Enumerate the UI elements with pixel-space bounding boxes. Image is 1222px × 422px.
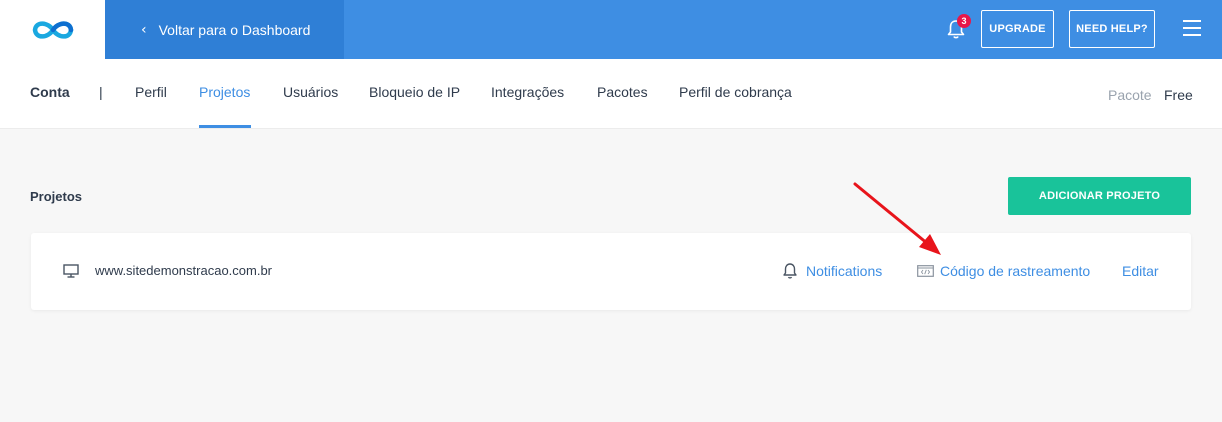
tab-usuarios[interactable]: Usuários <box>283 84 338 100</box>
tab-integracoes[interactable]: Integrações <box>491 84 564 100</box>
plan-label: Pacote <box>1108 87 1152 103</box>
add-project-button[interactable]: ADICIONAR PROJETO <box>1008 177 1191 215</box>
account-title: Conta <box>30 84 70 100</box>
tab-separator: | <box>99 84 103 100</box>
need-help-button[interactable]: NEED HELP? <box>1069 10 1155 48</box>
logo[interactable] <box>0 0 105 59</box>
back-to-dashboard-link[interactable]: ‹ Voltar para o Dashboard <box>105 0 344 59</box>
tab-perfil-de-cobranca[interactable]: Perfil de cobrança <box>679 84 792 100</box>
bell-icon <box>783 263 797 279</box>
top-bar: ‹ Voltar para o Dashboard 3 UPGRADE NEED… <box>0 0 1222 59</box>
account-tabs-bar: Conta | Perfil Projetos Usuários Bloquei… <box>0 59 1222 129</box>
annotation-arrow-icon <box>853 182 941 255</box>
menu-icon[interactable] <box>1183 20 1201 38</box>
active-tab-indicator <box>199 125 251 128</box>
project-site-name: www.sitedemonstracao.com.br <box>95 263 273 278</box>
back-link-label: Voltar para o Dashboard <box>158 21 311 38</box>
monitor-icon <box>63 264 79 278</box>
edit-project-link[interactable]: Editar <box>1122 263 1159 279</box>
upgrade-button[interactable]: UPGRADE <box>981 10 1054 48</box>
notifications-bell[interactable]: 3 <box>946 14 971 40</box>
tracking-code-link[interactable]: Código de rastreamento <box>940 263 1090 279</box>
infinity-logo-icon <box>32 20 73 39</box>
plan-value: Free <box>1164 87 1193 103</box>
tab-bloqueio-de-ip[interactable]: Bloqueio de IP <box>369 84 460 100</box>
chevron-left-icon: ‹ <box>141 21 147 38</box>
project-card: www.sitedemonstracao.com.br Notification… <box>31 233 1191 310</box>
tab-projetos[interactable]: Projetos <box>199 84 250 100</box>
notifications-link[interactable]: Notifications <box>806 263 882 279</box>
tab-perfil[interactable]: Perfil <box>135 84 167 100</box>
page-title: Projetos <box>30 189 83 204</box>
tab-pacotes[interactable]: Pacotes <box>597 84 648 100</box>
code-icon <box>917 265 934 277</box>
notification-count-badge: 3 <box>957 14 971 28</box>
